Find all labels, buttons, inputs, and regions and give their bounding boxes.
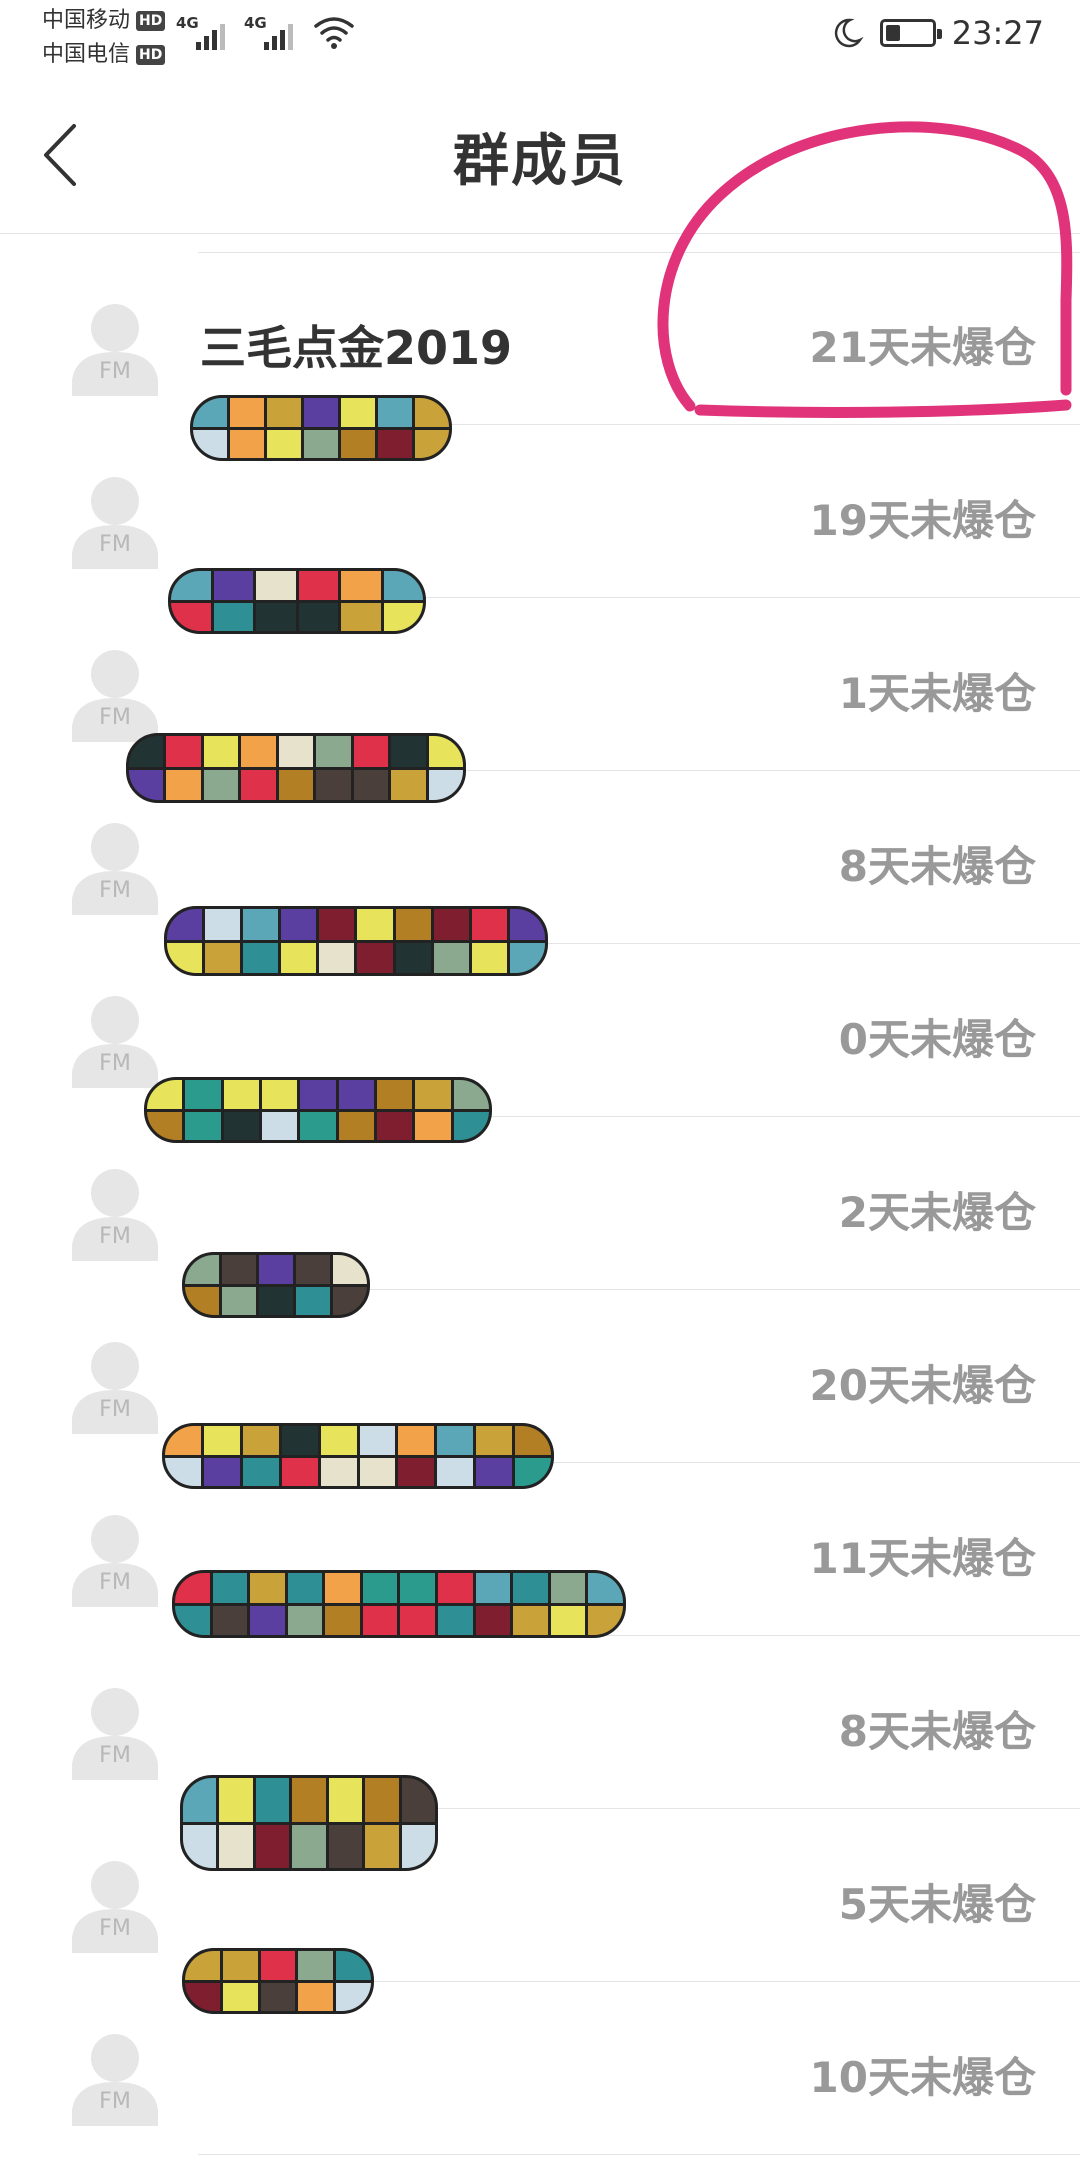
do-not-disturb-icon — [834, 18, 864, 48]
avatar: FM — [72, 990, 158, 1088]
signal-strength-icon: 4G — [176, 12, 232, 52]
member-status: 10天未爆仓 — [809, 2053, 1036, 2102]
redacted-name-mosaic — [172, 1570, 626, 1638]
avatar-initials: FM — [99, 705, 131, 730]
divider — [198, 2154, 1080, 2155]
avatar-initials: FM — [99, 2089, 131, 2114]
redacted-name-mosaic — [180, 1775, 438, 1871]
avatar: FM — [72, 2028, 158, 2126]
carrier-info: 中国移动 HD 中国电信 HD — [42, 4, 166, 72]
member-status: 8天未爆仓 — [838, 1707, 1036, 1756]
redacted-name-mosaic — [182, 1948, 374, 2014]
member-status: 5天未爆仓 — [838, 1880, 1036, 1929]
avatar: FM — [72, 1855, 158, 1953]
avatar-initials: FM — [99, 1397, 131, 1422]
avatar-initials: FM — [99, 1743, 131, 1768]
member-status: 11天未爆仓 — [809, 1534, 1036, 1583]
member-row[interactable]: FM 10天未爆仓 — [0, 1948, 1080, 2155]
wifi-icon — [314, 17, 354, 49]
member-status: 0天未爆仓 — [838, 1015, 1036, 1064]
carrier-1-label: 中国移动 — [42, 8, 131, 33]
group-members-screen: 中国移动 HD 中国电信 HD 4G 4G 23:27 群成员 FM 三毛点金2… — [0, 0, 1080, 2160]
redacted-name-mosaic — [164, 906, 548, 976]
member-list: FM 三毛点金2019 21天未爆仓 FM 19天未爆仓 FM 1天未爆仓 FM 8天未爆仓 FM… — [0, 252, 1080, 2155]
avatar-initials: FM — [99, 532, 131, 557]
avatar-initials: FM — [99, 359, 131, 384]
avatar: FM — [72, 817, 158, 915]
member-status: 19天未爆仓 — [809, 496, 1036, 545]
hd-badge: HD — [136, 45, 166, 65]
redacted-name-mosaic — [182, 1252, 370, 1318]
signal-strength-icon: 4G — [244, 12, 300, 52]
avatar: FM — [72, 1336, 158, 1434]
member-status: 21天未爆仓 — [809, 323, 1036, 372]
avatar-initials: FM — [99, 1051, 131, 1076]
hd-badge: HD — [136, 11, 166, 31]
member-row[interactable]: FM 5天未爆仓 — [0, 1775, 1080, 1982]
member-row[interactable]: FM 三毛点金2019 21天未爆仓 — [0, 252, 1080, 425]
member-status: 8天未爆仓 — [838, 842, 1036, 891]
avatar: FM — [72, 1163, 158, 1261]
status-bar: 中国移动 HD 中国电信 HD 4G 4G 23:27 — [0, 0, 1080, 76]
avatar: FM — [72, 1682, 158, 1780]
avatar-initials: FM — [99, 1916, 131, 1941]
avatar: FM — [72, 644, 158, 742]
redacted-name-mosaic — [126, 733, 466, 803]
redacted-name-mosaic — [190, 395, 452, 461]
redacted-name-mosaic — [162, 1423, 554, 1489]
clock: 23:27 — [951, 14, 1044, 52]
member-row[interactable]: FM 2天未爆仓 — [0, 1077, 1080, 1290]
member-row[interactable]: FM 19天未爆仓 — [0, 395, 1080, 598]
carrier-2-label: 中国电信 — [42, 42, 131, 67]
signal-indicators: 4G 4G — [176, 12, 356, 52]
avatar: FM — [72, 1509, 158, 1607]
avatar-initials: FM — [99, 1570, 131, 1595]
member-status: 1天未爆仓 — [838, 669, 1036, 718]
member-name: 三毛点金2019 — [200, 321, 513, 375]
battery-icon — [879, 19, 942, 47]
member-row[interactable]: FM 8天未爆仓 — [0, 1570, 1080, 1809]
avatar-initials: FM — [99, 878, 131, 903]
member-status: 20天未爆仓 — [809, 1361, 1036, 1410]
app-header: 群成员 — [0, 76, 1080, 234]
redacted-name-mosaic — [144, 1077, 492, 1143]
avatar-initials: FM — [99, 1224, 131, 1249]
avatar: FM — [72, 471, 158, 569]
avatar: FM — [72, 298, 158, 396]
member-status: 2天未爆仓 — [838, 1188, 1036, 1237]
redacted-name-mosaic — [168, 568, 426, 634]
page-title: 群成员 — [453, 129, 627, 194]
